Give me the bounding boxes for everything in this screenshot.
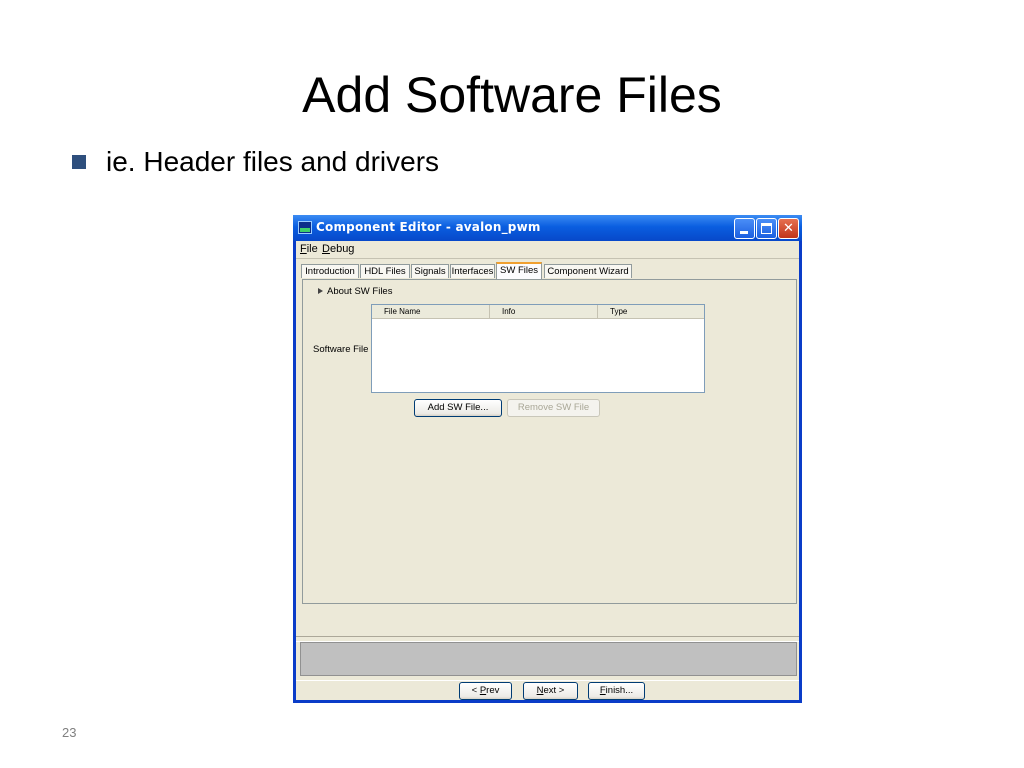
about-sw-files-toggle[interactable]: About SW Files [318,286,392,297]
expand-triangle-icon [318,288,323,294]
prev-arrow: < [471,685,480,696]
about-sw-files-label: About SW Files [327,286,393,297]
close-button[interactable]: ✕ [778,218,799,239]
menu-divider [296,258,799,259]
table-header: File Name Info Type [372,305,704,319]
footer-divider [296,680,799,681]
column-type[interactable]: Type [598,305,704,318]
tab-hdl-files[interactable]: HDL Files [360,264,410,278]
minimize-icon [740,231,748,234]
sw-files-panel: About SW Files Software File File Name I… [302,279,797,604]
minimize-button[interactable] [734,218,755,239]
menu-bar: File Debug [296,241,799,257]
slide-number: 23 [62,725,77,740]
next-label: ext > [543,685,565,696]
tab-component-wizard[interactable]: Component Wizard [544,264,632,278]
menu-file[interactable]: File [300,243,318,255]
bullet-item: ie. Header files and drivers [72,146,439,178]
software-files-table[interactable]: File Name Info Type [371,304,705,393]
software-file-label: Software File [313,344,369,355]
window-body: File Debug Introduction HDL Files Signal… [296,241,799,700]
next-button[interactable]: Next > [523,682,578,700]
menu-debug-label: ebug [329,243,355,255]
finish-button[interactable]: Finish... [588,682,645,700]
slide-title: Add Software Files [302,67,722,123]
menu-debug-hotkey: D [322,243,330,255]
column-info[interactable]: Info [490,305,598,318]
bullet-text: ie. Header files and drivers [106,146,440,177]
column-file-name[interactable]: File Name [372,305,490,318]
bullet-square-icon [72,155,86,169]
finish-label: inish... [605,685,634,696]
close-icon: ✕ [783,221,794,236]
menu-debug[interactable]: Debug [322,243,354,255]
maximize-button[interactable] [756,218,777,239]
tab-interfaces[interactable]: Interfaces [450,264,495,278]
next-hotkey: N [536,685,544,696]
component-editor-window: Component Editor - avalon_pwm ✕ File Deb… [293,215,802,703]
message-panel [300,642,797,676]
tab-sw-files[interactable]: SW Files [496,262,542,279]
maximize-icon [761,223,772,234]
tab-introduction[interactable]: Introduction [301,264,359,278]
tab-signals[interactable]: Signals [411,264,449,278]
app-icon[interactable] [298,221,312,234]
remove-sw-file-button[interactable]: Remove SW File [507,399,600,417]
window-title: Component Editor - avalon_pwm [316,220,541,234]
prev-label: rev [486,685,500,696]
prev-button[interactable]: < Prev [459,682,512,700]
title-bar[interactable]: Component Editor - avalon_pwm ✕ [293,215,802,241]
menu-file-hotkey: F [300,243,307,255]
add-sw-file-button[interactable]: Add SW File... [414,399,502,417]
menu-file-label: ile [306,243,318,255]
